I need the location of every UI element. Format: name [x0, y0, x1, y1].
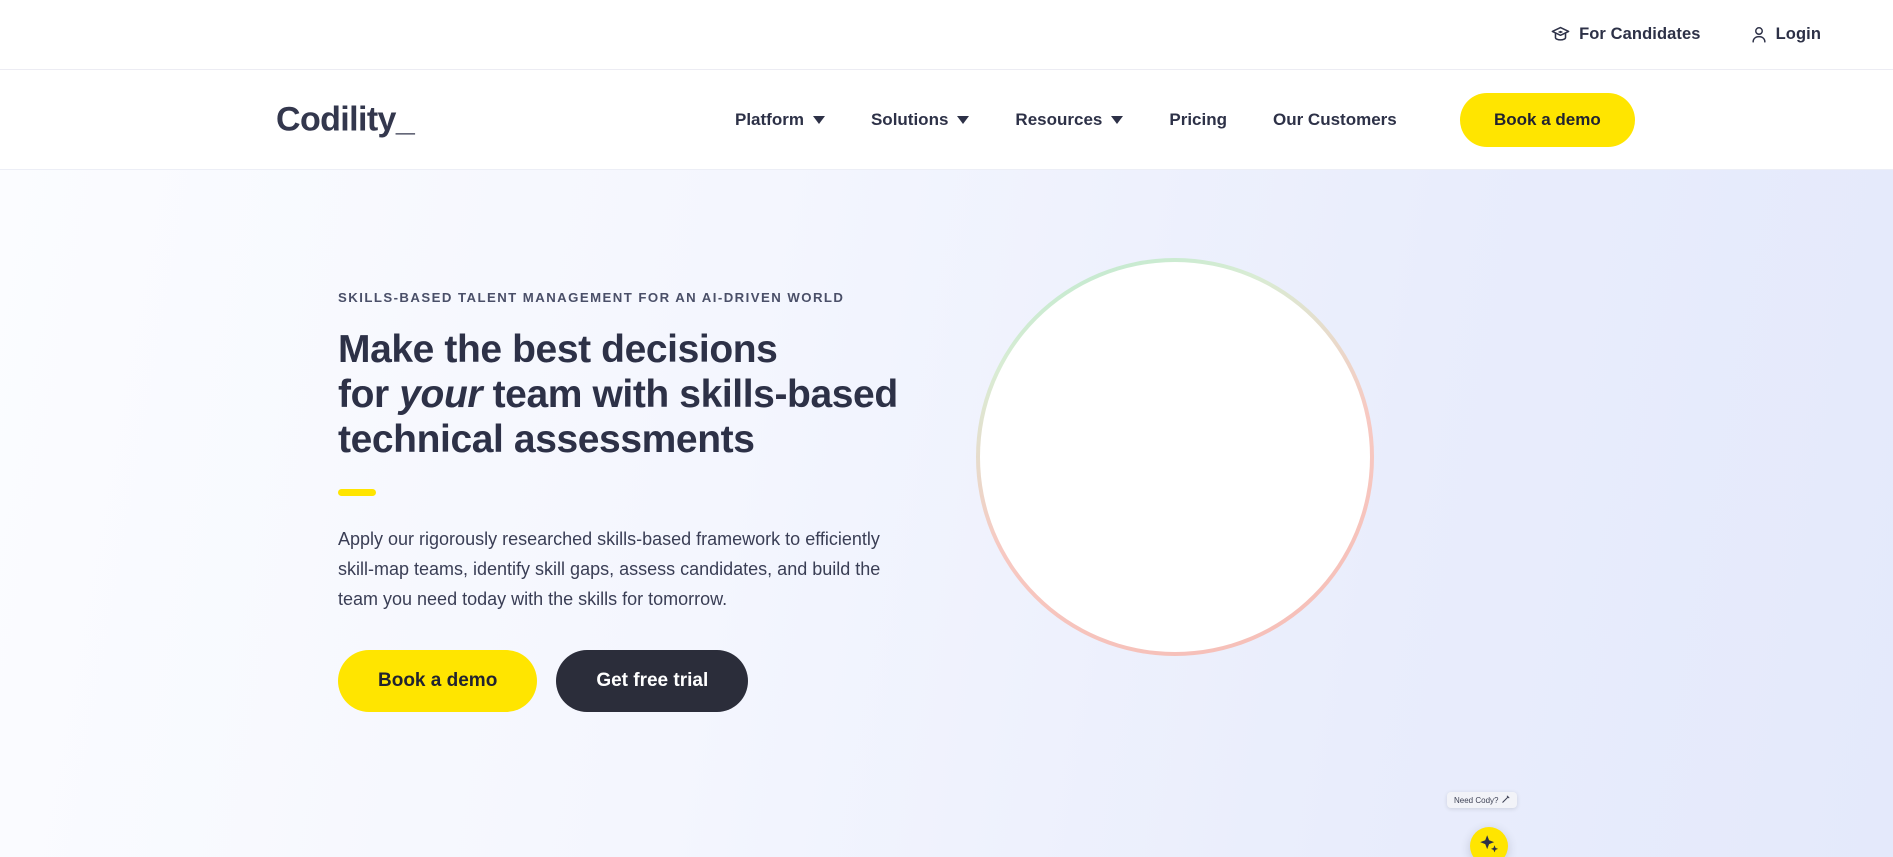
nav-items: Platform Solutions Resources Pricing Our…: [735, 110, 1397, 130]
cody-assistant-button[interactable]: [1470, 827, 1508, 857]
headline-line-2-pre: for: [338, 373, 400, 416]
nav-item-our-customers[interactable]: Our Customers: [1273, 110, 1397, 130]
wand-icon: [1502, 795, 1510, 805]
for-candidates-label: For Candidates: [1579, 25, 1701, 43]
graduation-cap-icon: [1551, 26, 1570, 43]
utility-bar: For Candidates Login: [0, 0, 1893, 70]
chevron-down-icon: [1111, 115, 1124, 124]
login-link[interactable]: Login: [1751, 25, 1821, 44]
headline-line-2-post: team with skills-based: [482, 373, 899, 416]
accent-rule: [338, 489, 376, 496]
hero-illustration: C- 28:47: [940, 170, 1893, 857]
for-candidates-link[interactable]: For Candidates: [1551, 25, 1701, 44]
headline-emphasis: your: [399, 373, 483, 416]
hero-cta-row: Book a demo Get free trial: [338, 650, 958, 712]
decorative-circle: [976, 258, 1374, 656]
page-title: Make the best decisions for your team wi…: [338, 327, 978, 462]
nav-label-our-customers: Our Customers: [1272, 109, 1397, 129]
hero-eyebrow: SKILLS-BASED TALENT MANAGEMENT FOR AN AI…: [338, 290, 845, 305]
nav-item-platform[interactable]: Platform: [735, 110, 825, 130]
headline-line-1: Make the best decisions: [338, 328, 778, 371]
login-label: Login: [1775, 25, 1821, 43]
hero-body-text: Apply our rigorously researched skills-b…: [338, 529, 881, 609]
chevron-down-icon: [812, 115, 825, 124]
headline-line-3: technical assessments: [338, 418, 755, 461]
cody-tooltip-label: Need Cody?: [1454, 795, 1499, 805]
nav-item-solutions[interactable]: Solutions: [870, 109, 970, 130]
nav-item-resources[interactable]: Resources: [1015, 109, 1124, 130]
main-navigation: Codility_ Platform Solutions Resources P…: [0, 70, 1893, 170]
codility-logo[interactable]: Codility_: [276, 100, 415, 139]
nav-label-pricing: Pricing: [1169, 109, 1227, 129]
hero-copy: SKILLS-BASED TALENT MANAGEMENT FOR AN AI…: [338, 290, 958, 712]
person-icon: [1751, 26, 1767, 43]
hero-section: SKILLS-BASED TALENT MANAGEMENT FOR AN AI…: [0, 170, 1893, 857]
nav-item-pricing[interactable]: Pricing: [1169, 110, 1227, 130]
page-root: For Candidates Login Codility_ Platform …: [0, 0, 1893, 857]
nav-label-platform: Platform: [735, 109, 804, 129]
nav-book-demo-button[interactable]: Book a demo: [1460, 92, 1635, 147]
cody-tooltip: Need Cody?: [1447, 792, 1518, 808]
nav-label-solutions: Solutions: [870, 109, 949, 129]
hero-free-trial-button[interactable]: Get free trial: [556, 650, 749, 712]
hero-book-demo-button[interactable]: Book a demo: [338, 650, 538, 712]
chevron-down-icon: [957, 115, 970, 124]
nav-label-resources: Resources: [1015, 109, 1103, 129]
sparkle-icon: [1478, 833, 1500, 857]
